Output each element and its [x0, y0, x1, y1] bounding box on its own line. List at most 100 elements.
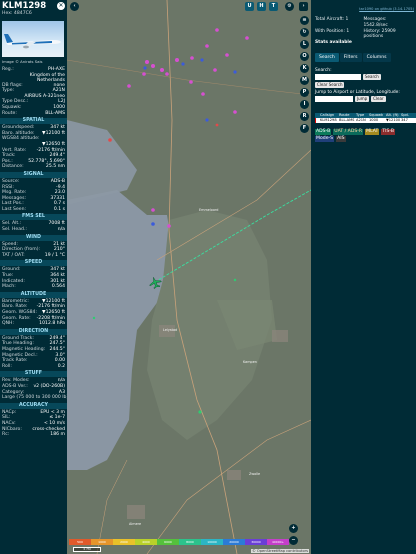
total-aircraft: Total Aircraft: 1: [315, 17, 349, 22]
map-toggle-r[interactable]: R: [300, 112, 309, 121]
info-key: TAT / OAT:: [2, 252, 25, 258]
info-key: Distance:: [2, 164, 24, 170]
info-row: Distance: 25.5 nm: [0, 164, 67, 170]
jump-button[interactable]: Jump: [355, 96, 370, 102]
close-icon[interactable]: ✕: [57, 2, 65, 10]
github-link[interactable]: tar1090 on github (3.14.1705): [311, 0, 416, 11]
detail-key: Route:: [2, 110, 17, 116]
detail-key: Type:: [2, 88, 15, 94]
clear-search-button[interactable]: Clear Search: [315, 82, 345, 88]
legend-step: 4000: [135, 539, 157, 545]
info-key: Large (75 000 to 300 000 lb): [2, 395, 67, 401]
toggle-button-h[interactable]: H: [257, 2, 266, 11]
tab-filters[interactable]: Filters: [339, 53, 362, 62]
table-cell: 1000: [369, 118, 379, 122]
search-button[interactable]: Search: [363, 74, 381, 80]
with-position: With Position: 1: [315, 29, 350, 34]
zoom-in-button[interactable]: +: [289, 524, 298, 533]
source-filters: ADS-B UAT / ADS-R MLAT TIS-B Mode-S AIS: [315, 129, 415, 142]
detail-row: Kingdom of the Netherlands: [0, 73, 67, 83]
section-header-fms-sel[interactable]: FMS SEL: [0, 214, 67, 221]
map-scale: 5 mi: [73, 547, 101, 552]
section-header-stuff[interactable]: STUFF: [0, 371, 67, 378]
clear-button[interactable]: Clear: [371, 96, 386, 102]
search-label: Search:: [315, 68, 332, 73]
map-label-almere: Almere: [129, 522, 142, 526]
section-header-accuracy[interactable]: ACCURACY: [0, 402, 67, 409]
search-area: Search: Search Clear Search Jump to Airp…: [311, 62, 416, 102]
hex-code: Hex: 4847C6: [2, 11, 32, 16]
section-header-direction[interactable]: DIRECTION: [0, 328, 67, 335]
tab-columns[interactable]: Columns: [362, 53, 391, 62]
filter-chip-ais[interactable]: AIS: [336, 136, 346, 142]
info-key: QNH:: [2, 321, 15, 327]
map-label-emmeloord: Emmeloord: [199, 208, 219, 212]
altitude-legend: 500 1000 2000 4000 6000 8000 10000 20000 30000 40…: [69, 539, 289, 545]
map-toggle-k[interactable]: K: [300, 64, 309, 73]
filter-chip-uat[interactable]: UAT / ADS-R: [333, 129, 364, 135]
legend-step: 8000: [179, 539, 201, 545]
search-input[interactable]: [315, 74, 361, 80]
info-key: Mach:: [2, 284, 16, 290]
toggle-button-t[interactable]: T: [269, 2, 278, 11]
info-row: Large (75 000 to 300 000 lb): [0, 395, 67, 401]
filter-chip-adsb[interactable]: ADS-B: [315, 129, 332, 135]
info-key: Rc:: [2, 432, 10, 438]
section-header-signal[interactable]: SIGNAL: [0, 171, 67, 178]
table-cell: A21N: [356, 118, 366, 122]
info-value: 1012.8 hPa: [39, 321, 65, 327]
filter-chip-modes[interactable]: Mode-S: [315, 136, 335, 142]
map-toggle-o[interactable]: O: [300, 52, 309, 61]
tab-search[interactable]: Search: [315, 53, 339, 62]
map-toggle-l[interactable]: L: [300, 40, 309, 49]
jump-input[interactable]: [315, 96, 353, 102]
map-toggle-i[interactable]: I: [300, 100, 309, 109]
map-toggle-f[interactable]: F: [300, 124, 309, 133]
chevron-right-icon[interactable]: ›: [299, 2, 308, 11]
messages-label: Messages:: [363, 17, 387, 22]
detail-key: Reg.:: [2, 67, 14, 72]
legend-step: 20000: [223, 539, 245, 545]
info-value: 0.1 s: [53, 206, 65, 212]
jump-label: Jump to Airport or Latitude, Longitude:: [315, 90, 400, 95]
legend-step: 40000+: [267, 539, 289, 545]
filter-chip-mlat[interactable]: MLAT: [365, 129, 380, 135]
legend-step: 2000: [113, 539, 135, 545]
section-header-altitude[interactable]: ALTITUDE: [0, 291, 67, 298]
map-attribution[interactable]: © OpenStreetMap contributors: [251, 549, 309, 553]
info-value: 0.564: [51, 284, 65, 290]
info-value: 0.2: [57, 363, 65, 369]
info-row: TAT / OAT: 19 / 1 °C: [0, 253, 67, 259]
stats-link[interactable]: Stats available: [315, 40, 364, 45]
photo-credit: Image © Anirats Sais: [2, 59, 43, 64]
table-cell: KLM1298: [320, 118, 337, 122]
info-row: Sel. Head.: n/a: [0, 227, 67, 233]
map-canvas[interactable]: [67, 0, 311, 554]
section-header-wind[interactable]: WIND: [0, 234, 67, 241]
messages-value: 1542.8/sec: [363, 23, 388, 28]
aircraft-sections: SPATIAL Groundspeed: 347 kt Baro. altitude:…: [0, 118, 67, 438]
info-value: n/a: [57, 227, 65, 233]
refresh-icon[interactable]: ↻: [300, 28, 309, 37]
sidebar-header: KLM1298 Hex: 4847C6 ✕: [0, 0, 67, 20]
legend-step: 6000: [157, 539, 179, 545]
section-header-spatial[interactable]: SPATIAL: [0, 118, 67, 125]
info-row: Rc: 186 m: [0, 432, 67, 438]
map-view[interactable]: Kampen Zwolle Emmeloord Lelystad Almere …: [67, 0, 311, 554]
callsign-title: KLM1298: [2, 1, 47, 11]
detail-value: BLL-AMS: [45, 110, 65, 116]
section-header-speed[interactable]: SPEED: [0, 260, 67, 267]
chevron-left-icon[interactable]: ‹: [70, 2, 79, 11]
aircraft-photo[interactable]: [2, 21, 64, 57]
layers-icon[interactable]: ≡: [300, 16, 309, 25]
map-toggle-p[interactable]: P: [300, 88, 309, 97]
filter-chip-tisb[interactable]: TIS-B: [381, 129, 396, 135]
table-row[interactable]: KLM1298 BLL-AMS A21N 1000 ▼12100 347: [315, 118, 416, 123]
toggle-button-u[interactable]: U: [245, 2, 254, 11]
info-value: 186 m: [50, 432, 65, 438]
right-panel: tar1090 on github (3.14.1705) Total Airc…: [311, 0, 416, 554]
aircraft-details: Reg.: PH-AXE Kingdom of the Netherlands DB …: [0, 67, 67, 116]
settings-gear-icon[interactable]: ⚙: [285, 2, 294, 11]
map-toggle-m[interactable]: M: [300, 76, 309, 85]
zoom-out-button[interactable]: −: [289, 536, 298, 545]
